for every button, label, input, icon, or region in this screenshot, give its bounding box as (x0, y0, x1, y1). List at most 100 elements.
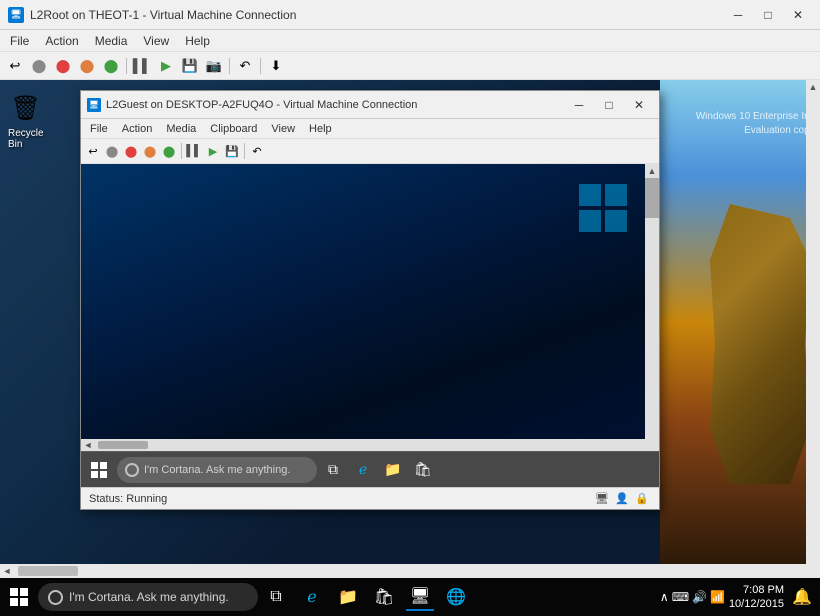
recycle-bin-label: RecycleBin (8, 128, 44, 150)
outer-vm-icon: 🖥 (8, 7, 24, 23)
outer-maximize-button[interactable]: □ (754, 4, 782, 26)
outer-scroll-left[interactable]: ◄ (0, 564, 14, 578)
outer-scroll-up[interactable]: ▲ (806, 80, 820, 94)
inner-taskbar-icons: ⧉ ℯ 📁 🛍 (321, 458, 435, 482)
chevron-up-icon[interactable]: ∧ (660, 590, 669, 604)
notification-icon[interactable]: 🔔 (788, 583, 816, 611)
inner-menu-action[interactable]: Action (116, 121, 159, 137)
toolbar-btn-back[interactable]: ↩ (4, 55, 26, 77)
inner-maximize-button[interactable]: □ (595, 94, 623, 116)
toolbar-btn-stop1[interactable]: ⬤ (28, 55, 50, 77)
inner-explorer-icon[interactable]: 📁 (381, 458, 405, 482)
inner-search-bar[interactable]: I'm Cortana. Ask me anything. (117, 457, 317, 483)
outer-scrollbar-h-thumb[interactable] (18, 566, 78, 576)
inner-status-icon-lock: 🔒 (633, 490, 651, 508)
outer-menu-action[interactable]: Action (39, 32, 84, 50)
recycle-bin-icon: 🗑 (10, 90, 42, 126)
inner-title-controls: ─ □ ✕ (565, 94, 653, 116)
outer-taskbar-app-icons: ⧉ ℯ 📁 🛍 🖥 🌐 (262, 583, 470, 611)
outer-scrollbar-vertical[interactable]: ▲ (806, 80, 820, 564)
inner-edge-icon[interactable]: ℯ (351, 458, 375, 482)
inner-toolbar-btn-back[interactable]: ↩ (84, 142, 102, 160)
toolbar-btn-save[interactable]: 💾 (179, 55, 201, 77)
inner-scroll-left[interactable]: ◄ (81, 438, 95, 452)
outer-network-icon[interactable]: 🌐 (442, 583, 470, 611)
inner-toolbar-btn-3[interactable]: ⬤ (141, 142, 159, 160)
inner-minimize-button[interactable]: ─ (565, 94, 593, 116)
outer-search-bar[interactable]: I'm Cortana. Ask me anything. (38, 583, 258, 611)
toolbar-btn-undo[interactable]: ↶ (234, 55, 256, 77)
outer-title-bar: 🖥 L2Root on THEOT-1 - Virtual Machine Co… (0, 0, 820, 30)
toolbar-btn-pause[interactable]: ▌▌ (131, 55, 153, 77)
clock-time: 7:08 PM (729, 583, 784, 597)
inner-toolbar-btn-2[interactable]: ⬤ (122, 142, 140, 160)
toolbar-btn-stop2[interactable]: ⬤ (52, 55, 74, 77)
network-tray-icon[interactable]: 📶 (710, 590, 725, 604)
toolbar-btn-stop4[interactable]: ⬤ (100, 55, 122, 77)
inner-status-bar: Status: Running 🖥 👤 🔒 (81, 487, 659, 509)
inner-menu-file[interactable]: File (84, 121, 114, 137)
outer-vm-taskbar-icon[interactable]: 🖥 (406, 583, 434, 611)
clock-date: 10/12/2015 (729, 597, 784, 611)
inner-menu-help[interactable]: Help (303, 121, 338, 137)
inner-scrollbar-vertical[interactable]: ▲ (645, 164, 659, 439)
toolbar-btn-play[interactable]: ▶ (155, 55, 177, 77)
inner-scrollbar-thumb[interactable] (645, 178, 659, 218)
inner-scrollbar-h-thumb[interactable] (98, 441, 148, 449)
inner-toolbar-undo[interactable]: ↶ (248, 142, 266, 160)
outer-search-text: I'm Cortana. Ask me anything. (69, 590, 229, 604)
inner-start-button[interactable] (85, 456, 113, 484)
inner-title-left: 🖥 L2Guest on DESKTOP-A2FUQ4O - Virtual M… (87, 98, 417, 112)
recycle-bin[interactable]: 🗑 RecycleBin (8, 90, 44, 150)
inner-toolbar-save[interactable]: 💾 (223, 142, 241, 160)
outer-close-button[interactable]: ✕ (784, 4, 812, 26)
outer-taskbar-right: ∧ ⌨ 🔊 📶 7:08 PM 10/12/2015 🔔 (660, 583, 816, 612)
outer-menu-media[interactable]: Media (89, 32, 134, 50)
inner-store-icon[interactable]: 🛍 (411, 458, 435, 482)
outer-store-icon[interactable]: 🛍 (370, 583, 398, 611)
win10-logo-inner (579, 184, 629, 234)
outer-task-view-button[interactable]: ⧉ (262, 583, 290, 611)
inner-menu-clipboard[interactable]: Clipboard (204, 121, 263, 137)
inner-menu-media[interactable]: Media (160, 121, 202, 137)
outer-explorer-icon[interactable]: 📁 (334, 583, 362, 611)
outer-start-button[interactable] (4, 582, 34, 612)
inner-toolbar-pause[interactable]: ▌▌ (185, 142, 203, 160)
keyboard-icon: ⌨ (672, 590, 689, 604)
inner-task-view-icon[interactable]: ⧉ (321, 458, 345, 482)
inner-taskbar: I'm Cortana. Ask me anything. ⧉ ℯ 📁 🛍 (81, 451, 659, 487)
inner-toolbar-btn-4[interactable]: ⬤ (160, 142, 178, 160)
inner-scroll-up[interactable]: ▲ (645, 164, 659, 178)
inner-status-text: Status: Running (89, 493, 167, 505)
system-tray: ∧ ⌨ 🔊 📶 (660, 590, 725, 604)
outer-title-text: L2Root on THEOT-1 - Virtual Machine Conn… (30, 8, 296, 22)
inner-close-button[interactable]: ✕ (625, 94, 653, 116)
cliff-shape (710, 204, 810, 484)
outer-scrollbar-horizontal[interactable]: ◄ (0, 564, 820, 578)
toolbar-btn-stop3[interactable]: ⬤ (76, 55, 98, 77)
toolbar-sep-2 (229, 58, 230, 74)
outer-menu-file[interactable]: File (4, 32, 35, 50)
inner-scrollbar-horizontal[interactable]: ◄ (81, 439, 659, 451)
inner-desktop: ▲ (81, 164, 659, 439)
outer-minimize-button[interactable]: ─ (724, 4, 752, 26)
toolbar-btn-snapshot[interactable]: 📷 (203, 55, 225, 77)
inner-toolbar-btn-1[interactable]: ⬤ (103, 142, 121, 160)
toolbar-btn-enhance[interactable]: ⬇ (265, 55, 287, 77)
outer-edge-icon[interactable]: ℯ (298, 583, 326, 611)
outer-title-controls: ─ □ ✕ (724, 4, 812, 26)
inner-toolbar-play[interactable]: ▶ (204, 142, 222, 160)
clock-display[interactable]: 7:08 PM 10/12/2015 (729, 583, 784, 612)
inner-toolbar-sep-2 (244, 143, 245, 159)
inner-title-bar: 🖥 L2Guest on DESKTOP-A2FUQ4O - Virtual M… (81, 91, 659, 119)
inner-cortana-icon (125, 463, 139, 477)
outer-menu-view[interactable]: View (137, 32, 175, 50)
outer-toolbar: ↩ ⬤ ⬤ ⬤ ⬤ ▌▌ ▶ 💾 📷 ↶ ⬇ (0, 52, 820, 80)
volume-icon[interactable]: 🔊 (692, 590, 707, 604)
toolbar-sep-3 (260, 58, 261, 74)
inner-menu-bar: File Action Media Clipboard View Help (81, 119, 659, 139)
inner-toolbar-sep-1 (181, 143, 182, 159)
outer-menu-help[interactable]: Help (179, 32, 216, 50)
inner-status-icon-monitor: 🖥 (593, 490, 611, 508)
inner-menu-view[interactable]: View (265, 121, 301, 137)
